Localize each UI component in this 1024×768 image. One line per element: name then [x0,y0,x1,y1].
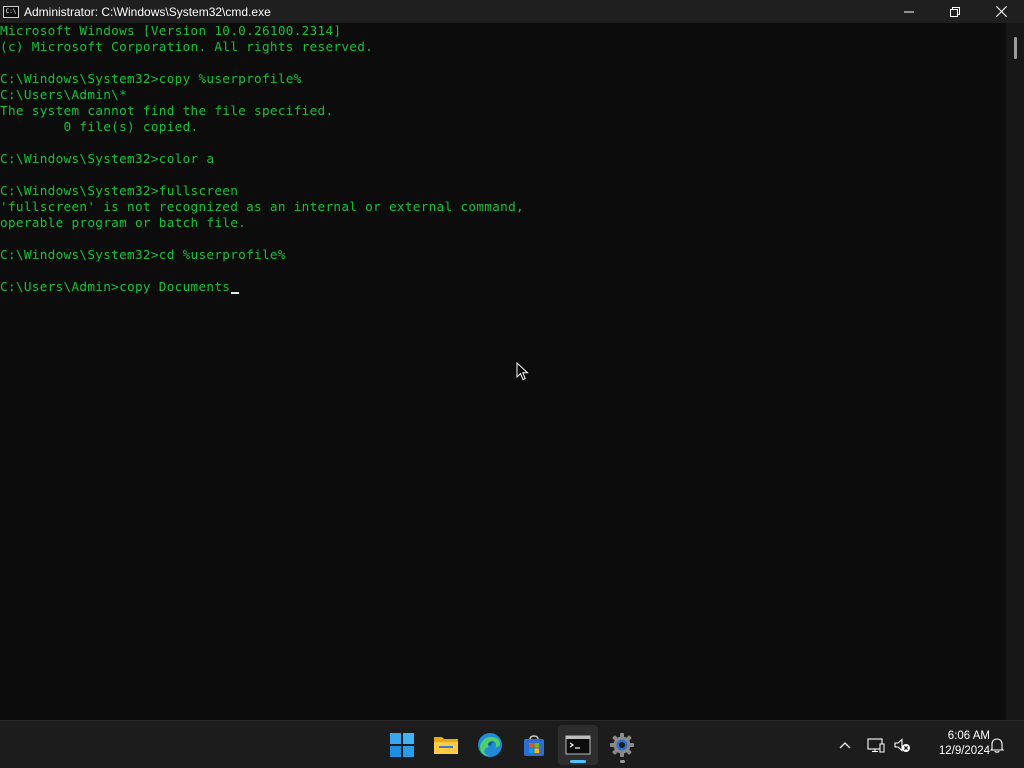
terminal-icon [565,735,591,755]
maximize-button[interactable] [932,0,978,23]
edge-button[interactable] [470,725,510,765]
console-line: The system cannot find the file specifie… [0,103,334,118]
vertical-scrollbar[interactable] [1006,23,1024,720]
close-button[interactable] [978,0,1024,23]
window-title: Administrator: C:\Windows\System32\cmd.e… [24,4,271,19]
clock-button[interactable]: 6:06 AM 12/9/2024 [918,729,990,759]
restore-icon [950,6,960,17]
console-line: C:\Users\Admin\* [0,87,128,102]
show-hidden-icons-button[interactable] [834,721,856,768]
clock-date: 12/9/2024 [938,745,990,757]
console-line: (c) Microsoft Corporation. All rights re… [0,39,374,54]
scrollbar-thumb[interactable] [1014,37,1017,59]
cmd-app-icon[interactable]: C:\ [3,5,19,18]
chevron-up-icon [839,741,851,748]
running-app-indicator [620,760,625,763]
minimize-icon [904,11,914,12]
title-bar[interactable]: C:\ Administrator: C:\Windows\System32\c… [0,0,1024,23]
minimize-button[interactable] [886,0,932,23]
volume-muted-icon [894,737,910,752]
console-prompt-line[interactable]: C:\Users\Admin>copy Documents [0,279,240,295]
settings-icon [610,733,634,757]
mouse-pointer-icon [516,362,529,381]
window-controls [886,0,1024,23]
settings-button[interactable] [602,725,642,765]
console-output[interactable]: Microsoft Windows [Version 10.0.26100.23… [0,23,1006,720]
taskbar: 6:06 AM 12/9/2024 [0,720,1024,768]
console-input-text: C:\Users\Admin>copy Documents [0,279,231,294]
text-cursor [231,292,240,294]
console-line: operable program or batch file. [0,215,247,230]
edge-icon [478,733,502,757]
store-button[interactable] [514,725,554,765]
file-explorer-icon [434,737,458,754]
notification-bell-icon [990,737,1004,753]
console-line: C:\Windows\System32>color a [0,151,215,166]
terminal-button[interactable] [558,725,598,765]
console-line: C:\Windows\System32>copy %userprofile% [0,71,302,86]
volume-button[interactable] [890,721,914,768]
start-button[interactable] [382,725,422,765]
clock-time: 6:06 AM [947,730,990,742]
cmd-window: C:\ Administrator: C:\Windows\System32\c… [0,0,1024,720]
cmd-app-icon-text: C:\ [5,7,17,15]
console-line: C:\Windows\System32>cd %userprofile% [0,247,286,262]
store-icon [524,735,544,756]
file-explorer-button[interactable] [426,725,466,765]
console-line: 0 file(s) copied. [0,119,199,134]
start-icon [390,733,414,757]
console-line: Microsoft Windows [Version 10.0.26100.23… [0,23,342,38]
network-icon [867,737,885,752]
close-icon [995,6,1007,17]
network-button[interactable] [864,721,888,768]
active-app-indicator [570,760,586,763]
notifications-button[interactable] [986,721,1008,768]
console-line: 'fullscreen' is not recognized as an int… [0,199,524,214]
console-line: C:\Windows\System32>fullscreen [0,183,239,198]
